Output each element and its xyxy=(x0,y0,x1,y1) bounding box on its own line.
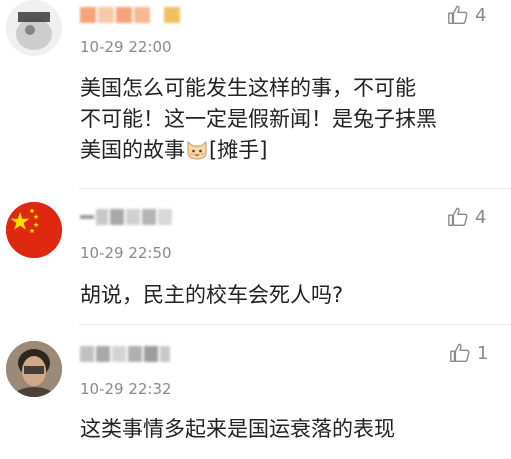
thumbs-up-icon xyxy=(450,343,470,362)
comment-text-line: 不可能！这一定是假新闻！是兔子抹黑 xyxy=(80,107,437,131)
avatar[interactable] xyxy=(6,202,62,258)
comment-text-line: 美国的故事 [摊手] xyxy=(80,135,500,166)
thumbs-up-icon xyxy=(448,207,468,226)
comment-item: 10-29 22:50 4 胡说，民主的校车会死人吗? xyxy=(0,190,511,324)
user-avatar-icon xyxy=(6,341,62,397)
comment-item: 10-29 22:00 4 美国怎么可能发生这样的事，不可能 不可能！这一定是假… xyxy=(0,0,511,190)
thumbs-up-icon xyxy=(448,5,468,24)
comment-timestamp: 10-29 22:50 xyxy=(80,244,172,262)
comment-text: 胡说，民主的校车会死人吗? xyxy=(80,280,500,311)
like-count: 1 xyxy=(477,342,489,364)
username-blurred[interactable] xyxy=(80,343,170,365)
comment-timestamp: 10-29 22:32 xyxy=(80,380,172,398)
cat-face-emoji-icon xyxy=(187,140,207,160)
comment-text-line: 胡说，民主的校车会死人吗? xyxy=(80,283,344,307)
like-count: 4 xyxy=(475,4,487,26)
user-avatar-icon xyxy=(6,0,62,56)
comment-text: 这类事情多起来是国运衰落的表现 xyxy=(80,414,500,445)
comment-text-fragment: [摊手] xyxy=(209,138,268,162)
like-button[interactable]: 4 xyxy=(447,4,486,26)
username-blurred[interactable] xyxy=(80,4,180,26)
username-blurred[interactable] xyxy=(80,206,172,228)
comment-text-line: 美国怎么可能发生这样的事，不可能 xyxy=(80,76,416,100)
like-button[interactable]: 4 xyxy=(447,206,486,228)
avatar[interactable] xyxy=(6,341,62,397)
china-flag-icon xyxy=(6,202,62,258)
like-count: 4 xyxy=(475,206,487,228)
comment-divider xyxy=(79,188,511,189)
comment-item: 10-29 22:32 1 这类事情多起来是国运衰落的表现 xyxy=(0,325,511,459)
comment-text-line: 这类事情多起来是国运衰落的表现 xyxy=(80,417,395,441)
like-button[interactable]: 1 xyxy=(449,342,488,364)
comment-timestamp: 10-29 22:00 xyxy=(80,38,172,56)
comment-text: 美国怎么可能发生这样的事，不可能 不可能！这一定是假新闻！是兔子抹黑 美国的故事… xyxy=(80,73,500,166)
avatar[interactable] xyxy=(6,0,62,56)
comment-text-fragment: 美国的故事 xyxy=(80,138,185,162)
